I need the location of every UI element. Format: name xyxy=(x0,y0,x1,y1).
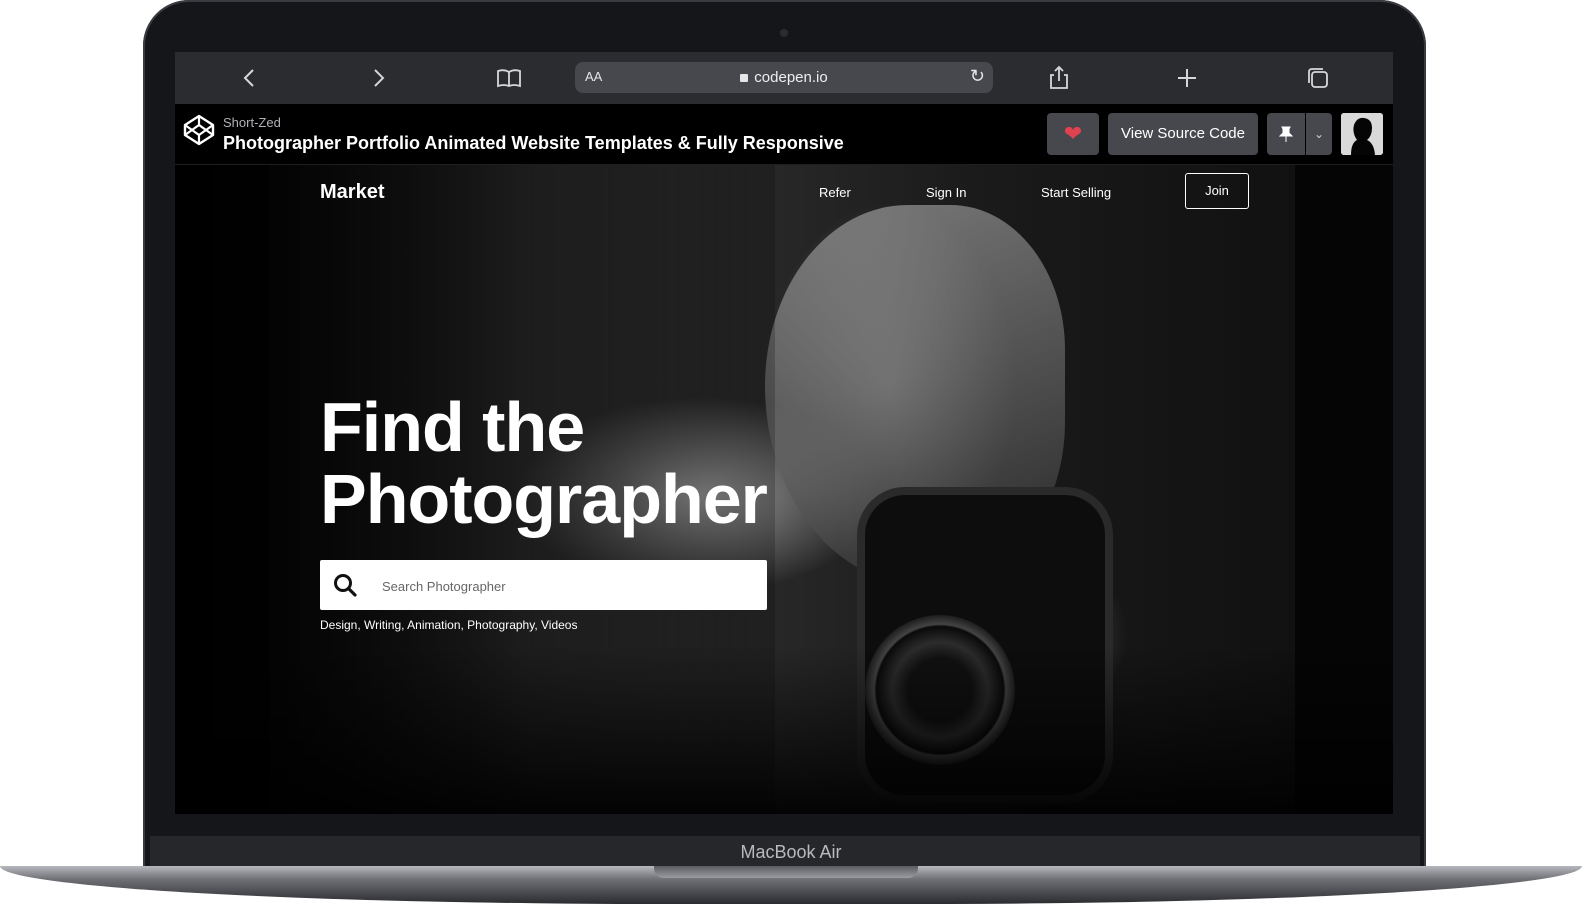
search-input[interactable] xyxy=(380,560,754,612)
pin-button[interactable] xyxy=(1267,113,1305,155)
nav-start-selling[interactable]: Start Selling xyxy=(1041,185,1111,200)
join-button[interactable]: Join xyxy=(1185,173,1249,209)
site-brand[interactable]: Market xyxy=(320,181,384,204)
headline-line-1: Find the xyxy=(320,388,585,466)
address-bar[interactable]: AA codepen.io ↻ xyxy=(575,62,993,93)
laptop-notch xyxy=(654,866,918,878)
screen: AA codepen.io ↻ Short-Zed Photographer P… xyxy=(175,52,1393,814)
tabs-icon[interactable] xyxy=(1304,64,1332,92)
pin-icon xyxy=(1278,126,1294,142)
nav-sign-in[interactable]: Sign In xyxy=(926,185,966,200)
model-label: MacBook Air xyxy=(740,842,842,862)
browser-toolbar: AA codepen.io ↻ xyxy=(175,52,1393,104)
chevron-down-icon: ⌄ xyxy=(1313,127,1325,141)
codepen-header: Short-Zed Photographer Portfolio Animate… xyxy=(175,104,1393,165)
avatar[interactable] xyxy=(1341,113,1383,155)
lock-icon xyxy=(740,74,749,82)
like-button[interactable]: ❤ xyxy=(1047,113,1099,155)
book-icon[interactable] xyxy=(495,64,523,92)
chevron-right-icon[interactable] xyxy=(364,64,392,92)
headline-line-2: Photographer xyxy=(320,460,768,538)
pin-dropdown-button[interactable]: ⌄ xyxy=(1306,113,1332,155)
chevron-left-icon[interactable] xyxy=(236,64,264,92)
webcam xyxy=(780,29,788,37)
codepen-logo-icon[interactable] xyxy=(182,113,216,147)
nav-refer[interactable]: Refer xyxy=(819,185,851,200)
hero-section: Market Refer Sign In Start Selling Join … xyxy=(175,165,1393,814)
url-text: codepen.io xyxy=(754,69,828,86)
pen-title: Photographer Portfolio Animated Website … xyxy=(223,133,844,153)
category-list: Design, Writing, Animation, Photography,… xyxy=(320,618,578,632)
search-icon[interactable] xyxy=(332,572,358,598)
pen-author[interactable]: Short-Zed xyxy=(223,115,281,130)
hero-headline: Find the Photographer xyxy=(320,388,768,538)
share-icon[interactable] xyxy=(1045,64,1073,92)
search-box xyxy=(320,560,767,612)
heart-icon: ❤ xyxy=(1063,121,1083,146)
plus-icon[interactable] xyxy=(1173,64,1201,92)
reload-icon[interactable]: ↻ xyxy=(970,66,985,87)
view-source-button[interactable]: View Source Code xyxy=(1108,113,1258,155)
